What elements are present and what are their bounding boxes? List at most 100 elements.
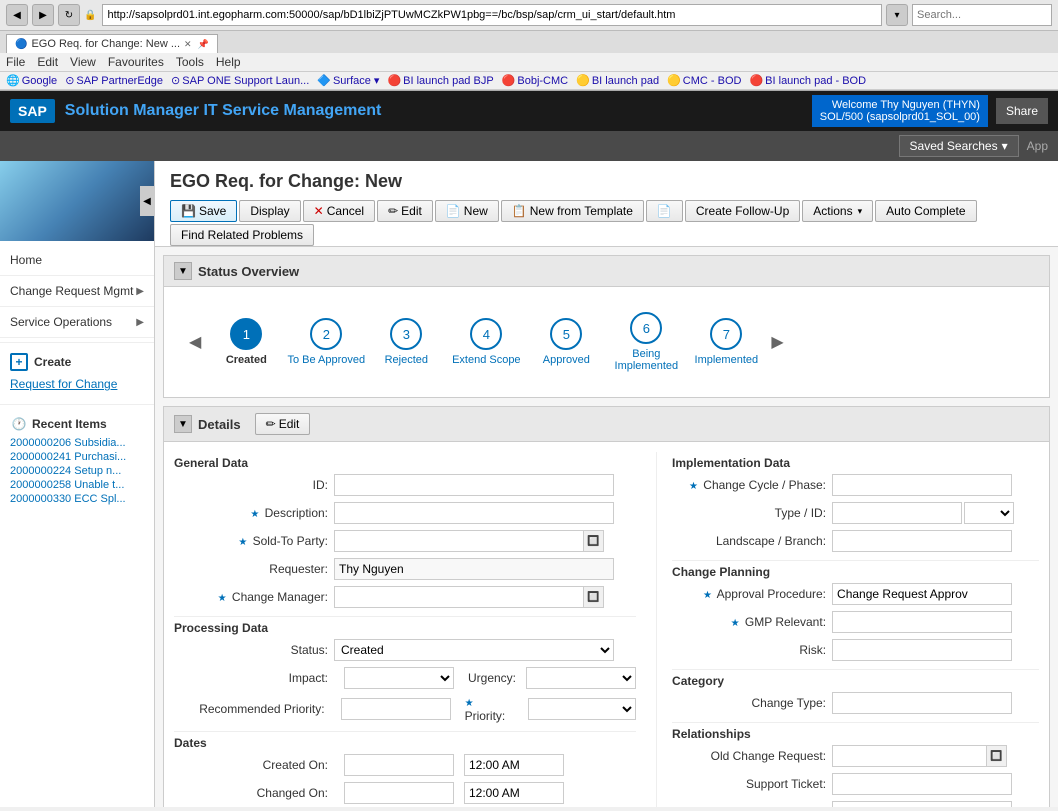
bookmark-bi[interactable]: 🟡 BI launch pad [576,74,659,87]
change-cycle-input[interactable] [832,474,1012,496]
old-change-pick-icon[interactable]: 🔲 [987,745,1007,767]
save-icon: 💾 [181,204,196,218]
details-edit-button[interactable]: ✏ Edit [255,413,311,435]
id-input[interactable] [334,474,614,496]
wf-circle-5[interactable]: 5 [550,318,582,350]
wf-step-3[interactable]: 3 Rejected [366,318,446,366]
app-link[interactable]: App [1027,139,1048,153]
copy-button[interactable]: 📄 [646,200,683,222]
details-collapse-button[interactable]: ▼ [174,415,192,433]
forward-button[interactable]: ▶ [32,4,54,26]
changed-on-time-input[interactable] [464,782,564,804]
recent-item-0[interactable]: 2000000206 Subsidia... [10,437,144,449]
sidebar-item-home[interactable]: Home [0,245,154,276]
wf-circle-3[interactable]: 3 [390,318,422,350]
landscape-input[interactable] [832,530,1012,552]
change-type-input[interactable] [832,692,1012,714]
change-control-input[interactable] [832,801,1012,807]
wf-step-7[interactable]: 7 Implemented [686,318,766,366]
bookmark-surface[interactable]: 🔷 Surface ▾ [317,74,379,87]
wf-step-4[interactable]: 4 Extend Scope [446,318,526,366]
sidebar-item-service-ops[interactable]: Service Operations ▶ [0,307,154,338]
search-input[interactable] [912,4,1052,26]
type-input[interactable] [832,502,962,524]
wf-circle-7[interactable]: 7 [710,318,742,350]
wf-step-5[interactable]: 5 Approved [526,318,606,366]
wf-step-1[interactable]: 1 Created [206,318,286,366]
change-manager-input[interactable] [334,586,584,608]
recent-item-4[interactable]: 2000000330 ECC Spl... [10,493,144,505]
cancel-button[interactable]: ✕ Cancel [303,200,375,222]
landscape-field-group: Landscape / Branch: [672,530,1039,552]
wf-next-arrow[interactable]: ▶ [766,332,788,352]
bookmark-bobj-cmc[interactable]: 🔴 Bobj-CMC [502,74,568,87]
change-type-field-group: Change Type: [672,692,1039,714]
find-related-button[interactable]: Find Related Problems [170,224,314,246]
page-title: EGO Req. for Change: New [170,171,1043,192]
menu-tools[interactable]: Tools [176,55,204,69]
bookmark-sap-one[interactable]: ⊙ SAP ONE Support Laun... [171,74,309,87]
recent-item-1[interactable]: 2000000241 Purchasi... [10,451,144,463]
menu-file[interactable]: File [6,55,25,69]
created-on-time-input[interactable] [464,754,564,776]
wf-circle-4[interactable]: 4 [470,318,502,350]
refresh-button[interactable]: ↻ [58,4,80,26]
sidebar-toggle-button[interactable]: ◀ [140,186,154,216]
old-change-input[interactable] [832,745,987,767]
urgency-select[interactable] [526,667,636,689]
content-area: EGO Req. for Change: New 💾 Save Display … [155,161,1058,807]
rec-priority-input[interactable] [341,698,451,720]
bookmark-sap-partneredge[interactable]: ⊙ SAP PartnerEdge [65,74,163,87]
menu-favourites[interactable]: Favourites [108,55,164,69]
wf-circle-6[interactable]: 6 [630,312,662,344]
wf-prev-arrow[interactable]: ◀ [184,332,206,352]
tab-close-icon[interactable]: ✕ [184,39,192,50]
recent-item-3[interactable]: 2000000258 Unable t... [10,479,144,491]
menu-edit[interactable]: Edit [37,55,58,69]
id-type-select[interactable] [964,502,1014,524]
menu-help[interactable]: Help [216,55,241,69]
wf-circle-2[interactable]: 2 [310,318,342,350]
share-button[interactable]: Share [996,98,1048,124]
menu-view[interactable]: View [70,55,96,69]
sold-to-pick-icon[interactable]: 🔲 [584,530,604,552]
created-on-date-input[interactable] [344,754,454,776]
save-button[interactable]: 💾 Save [170,200,237,222]
recent-item-2[interactable]: 2000000224 Setup n... [10,465,144,477]
gmp-input[interactable] [832,611,1012,633]
impact-select[interactable] [344,667,454,689]
bookmark-cmc-bod[interactable]: 🟡 CMC - BOD [667,74,741,87]
changed-on-date-input[interactable] [344,782,454,804]
change-manager-pick-icon[interactable]: 🔲 [584,586,604,608]
bookmark-bi-bod[interactable]: 🔴 BI launch pad - BOD [749,74,866,87]
display-button[interactable]: Display [239,200,300,222]
sold-to-input[interactable] [334,530,584,552]
status-collapse-button[interactable]: ▼ [174,262,192,280]
back-button[interactable]: ◀ [6,4,28,26]
description-input[interactable] [334,502,614,524]
request-for-change-link[interactable]: Request for Change [10,377,144,391]
status-select[interactable]: Created [334,639,614,661]
wf-step-6[interactable]: 6 Being Implemented [606,312,686,372]
bookmark-google[interactable]: 🌐 Google [6,74,57,87]
priority-select[interactable] [528,698,636,720]
address-bar[interactable] [102,4,882,26]
create-followup-button[interactable]: Create Follow-Up [685,200,800,222]
approval-proc-input[interactable] [832,583,1012,605]
new-from-template-button[interactable]: 📋 New from Template [501,200,644,222]
sidebar-item-change-request[interactable]: Change Request Mgmt ▶ [0,276,154,307]
actions-button[interactable]: Actions ▾ [802,200,873,222]
wf-circle-1[interactable]: 1 [230,318,262,350]
bookmark-bi-bjp[interactable]: 🔴 BI launch pad BJP [387,74,493,87]
saved-searches-button[interactable]: Saved Searches ▾ [899,135,1019,157]
risk-input[interactable] [832,639,1012,661]
landscape-label: Landscape / Branch: [672,534,832,548]
support-ticket-input[interactable] [832,773,1012,795]
new-button[interactable]: 📄 New [435,200,499,222]
edit-button[interactable]: ✏ Edit [377,200,433,222]
auto-complete-button[interactable]: Auto Complete [875,200,976,222]
go-button[interactable]: ▾ [886,4,908,26]
wf-step-2[interactable]: 2 To Be Approved [286,318,366,366]
browser-tab[interactable]: 🔵 EGO Req. for Change: New ... ✕ 📌 [6,34,218,53]
tab-pin-icon[interactable]: 📌 [198,39,209,50]
